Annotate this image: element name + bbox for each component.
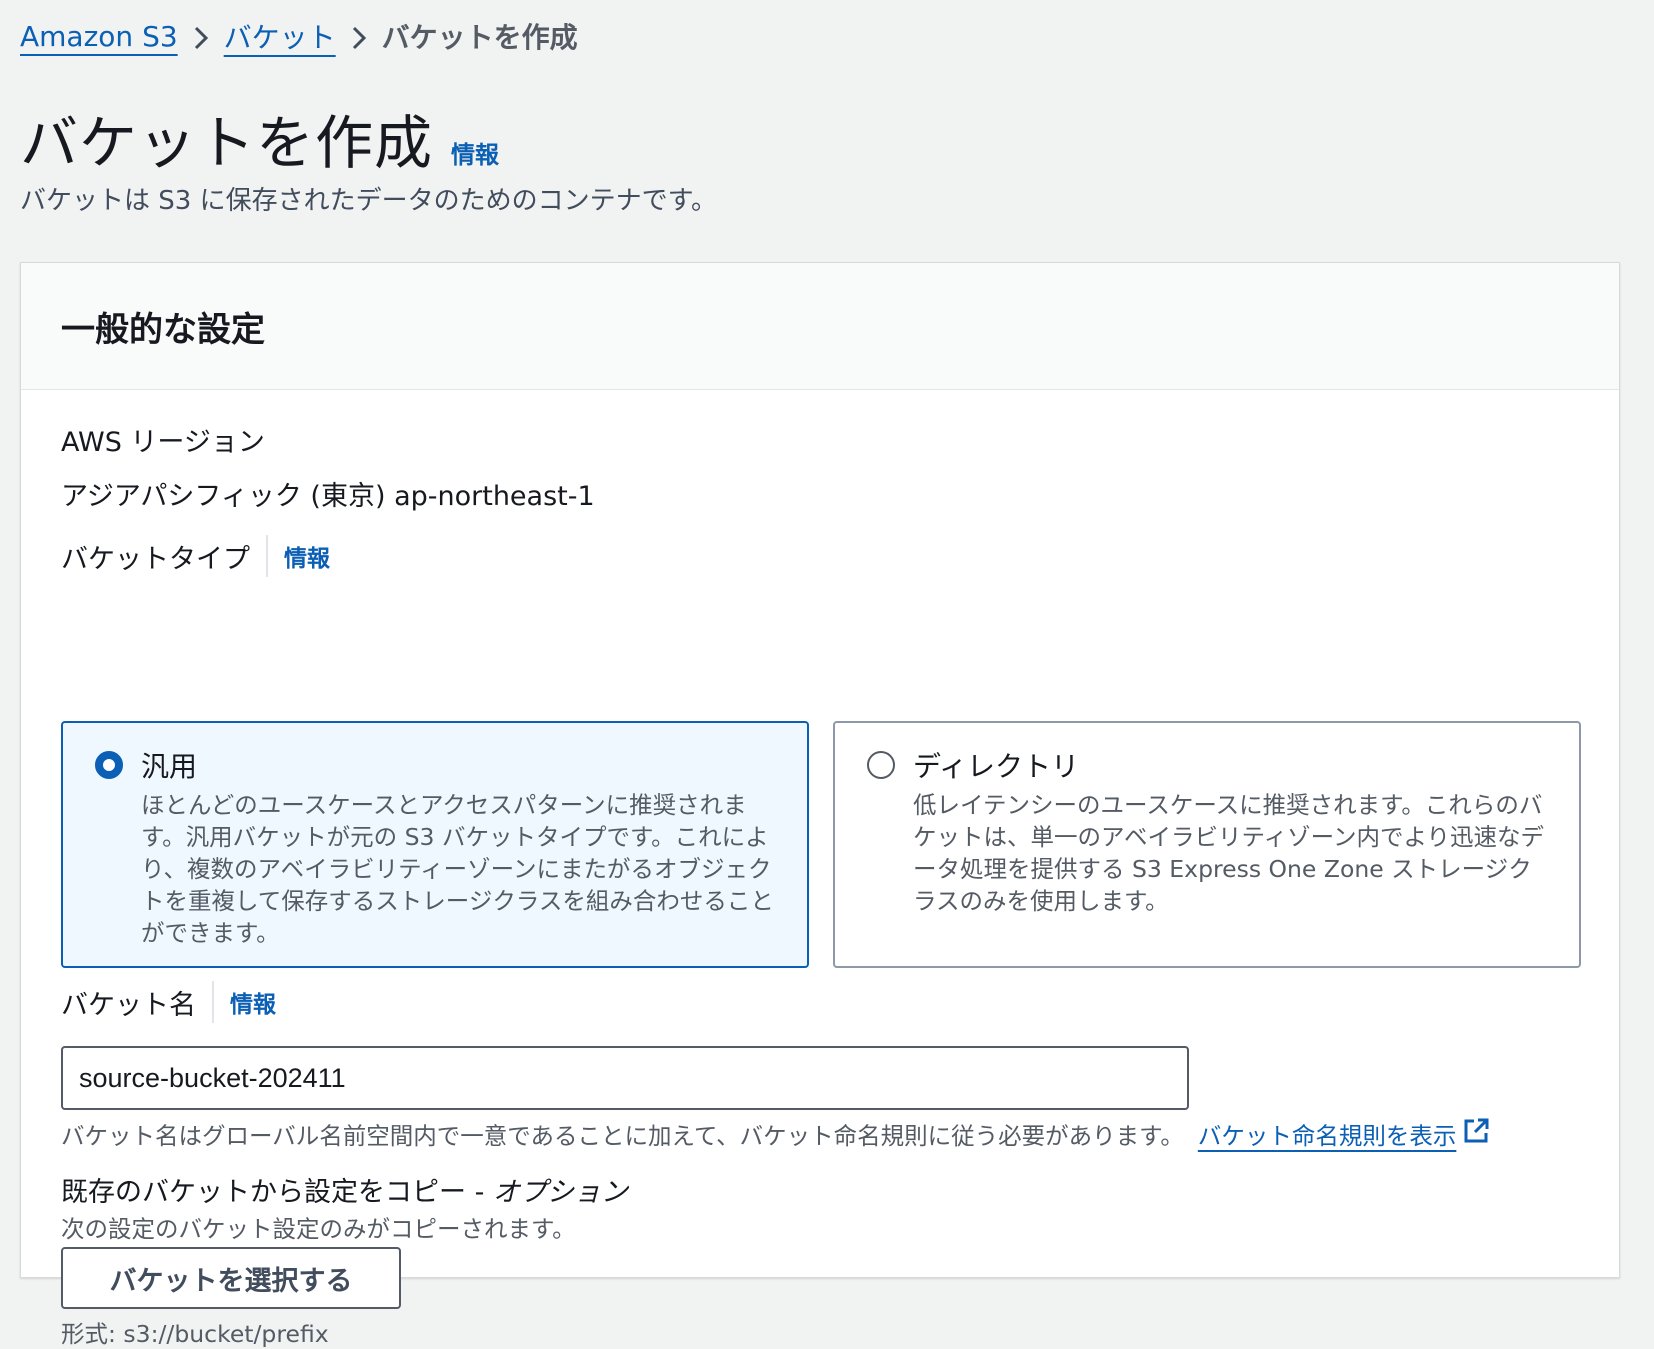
page-header: バケットを作成 情報 bbox=[20, 96, 499, 180]
page-description: バケットは S3 に保存されたデータのためのコンテナです。 bbox=[20, 186, 717, 216]
option-title: ディレクトリ bbox=[913, 750, 1080, 783]
bucket-name-input[interactable]: source-bucket-202411 bbox=[61, 1046, 1189, 1110]
option-description: ほとんどのユースケースとアクセスパターンに推奨されます。汎用バケットが元の S3… bbox=[141, 791, 774, 947]
format-hint: 形式: s3://bucket/prefix bbox=[61, 1320, 329, 1348]
general-settings-panel: 一般的な設定 AWS リージョン アジアパシフィック (東京) ap-north… bbox=[20, 262, 1620, 1348]
option-title: 汎用 bbox=[141, 750, 198, 783]
divider bbox=[266, 535, 268, 577]
page-info-link[interactable]: 情報 bbox=[451, 135, 499, 170]
region-label: AWS リージョン bbox=[61, 427, 265, 458]
bucket-name-label: バケット名 bbox=[61, 989, 196, 1021]
panel-header: 一般的な設定 bbox=[21, 263, 1619, 390]
copy-settings-label-text: 既存のバケットから設定をコピー - bbox=[61, 1177, 493, 1208]
chevron-right-icon bbox=[178, 20, 224, 53]
choose-bucket-button[interactable]: バケットを選択する bbox=[61, 1247, 401, 1309]
bucket-type-option-general-purpose[interactable]: 汎用 ほとんどのユースケースとアクセスパターンに推奨されます。汎用バケットが元の… bbox=[61, 721, 809, 968]
breadcrumb-current: バケットを作成 bbox=[381, 21, 578, 54]
radio-unselected-icon[interactable] bbox=[867, 751, 895, 779]
chevron-right-icon bbox=[336, 20, 382, 53]
bucket-name-hint: バケット名はグローバル名前空間内で一意であることに加えて、バケット命名規則に従う… bbox=[61, 1117, 1490, 1151]
bucket-type-label-row: バケットタイプ 情報 bbox=[61, 530, 330, 582]
bucket-type-option-directory[interactable]: ディレクトリ 低レイテンシーのユースケースに推奨されます。これらのバケットは、単… bbox=[833, 721, 1581, 968]
option-description: 低レイテンシーのユースケースに推奨されます。これらのバケットは、単一のアベイラビ… bbox=[913, 791, 1544, 915]
bucket-type-info-link[interactable]: 情報 bbox=[284, 539, 330, 573]
external-link-icon[interactable] bbox=[1462, 1117, 1490, 1151]
region-value: アジアパシフィック (東京) ap-northeast-1 bbox=[61, 481, 595, 512]
radio-selected-icon[interactable] bbox=[95, 751, 123, 779]
bucket-type-label: バケットタイプ bbox=[61, 543, 250, 575]
naming-rules-link[interactable]: バケット命名規則を表示 bbox=[1198, 1117, 1457, 1151]
bucket-name-info-link[interactable]: 情報 bbox=[230, 985, 276, 1019]
breadcrumb: Amazon S3 バケット バケットを作成 bbox=[20, 14, 578, 58]
divider bbox=[212, 981, 214, 1023]
hint-text: バケット名はグローバル名前空間内で一意であることに加えて、バケット命名規則に従う… bbox=[61, 1122, 1184, 1150]
breadcrumb-link-amazon-s3[interactable]: Amazon S3 bbox=[20, 20, 178, 53]
bucket-name-label-row: バケット名 情報 bbox=[61, 976, 276, 1028]
page-title: バケットを作成 bbox=[20, 109, 434, 177]
optional-label: オプション bbox=[492, 1177, 628, 1208]
panel-title: 一般的な設定 bbox=[61, 309, 265, 350]
copy-settings-label: 既存のバケットから設定をコピー - オプション bbox=[61, 1170, 628, 1209]
breadcrumb-link-buckets[interactable]: バケット bbox=[224, 16, 336, 56]
copy-settings-description: 次の設定のバケット設定のみがコピーされます。 bbox=[61, 1215, 576, 1243]
